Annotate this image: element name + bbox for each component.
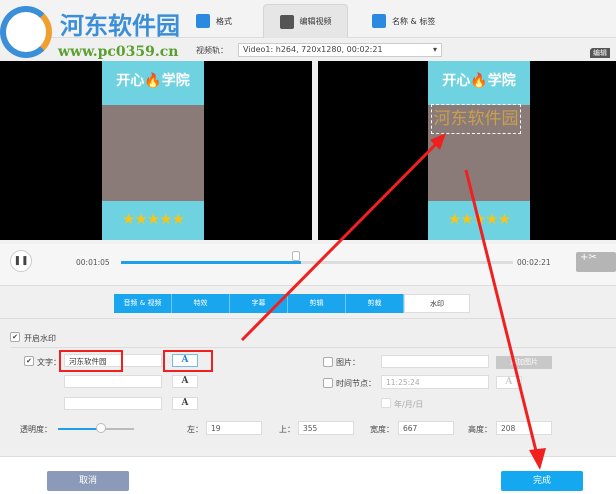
arrow-head [529, 448, 546, 470]
arrow-line [464, 169, 539, 456]
annotation-arrows [240, 133, 546, 470]
arrow-line [240, 138, 442, 342]
